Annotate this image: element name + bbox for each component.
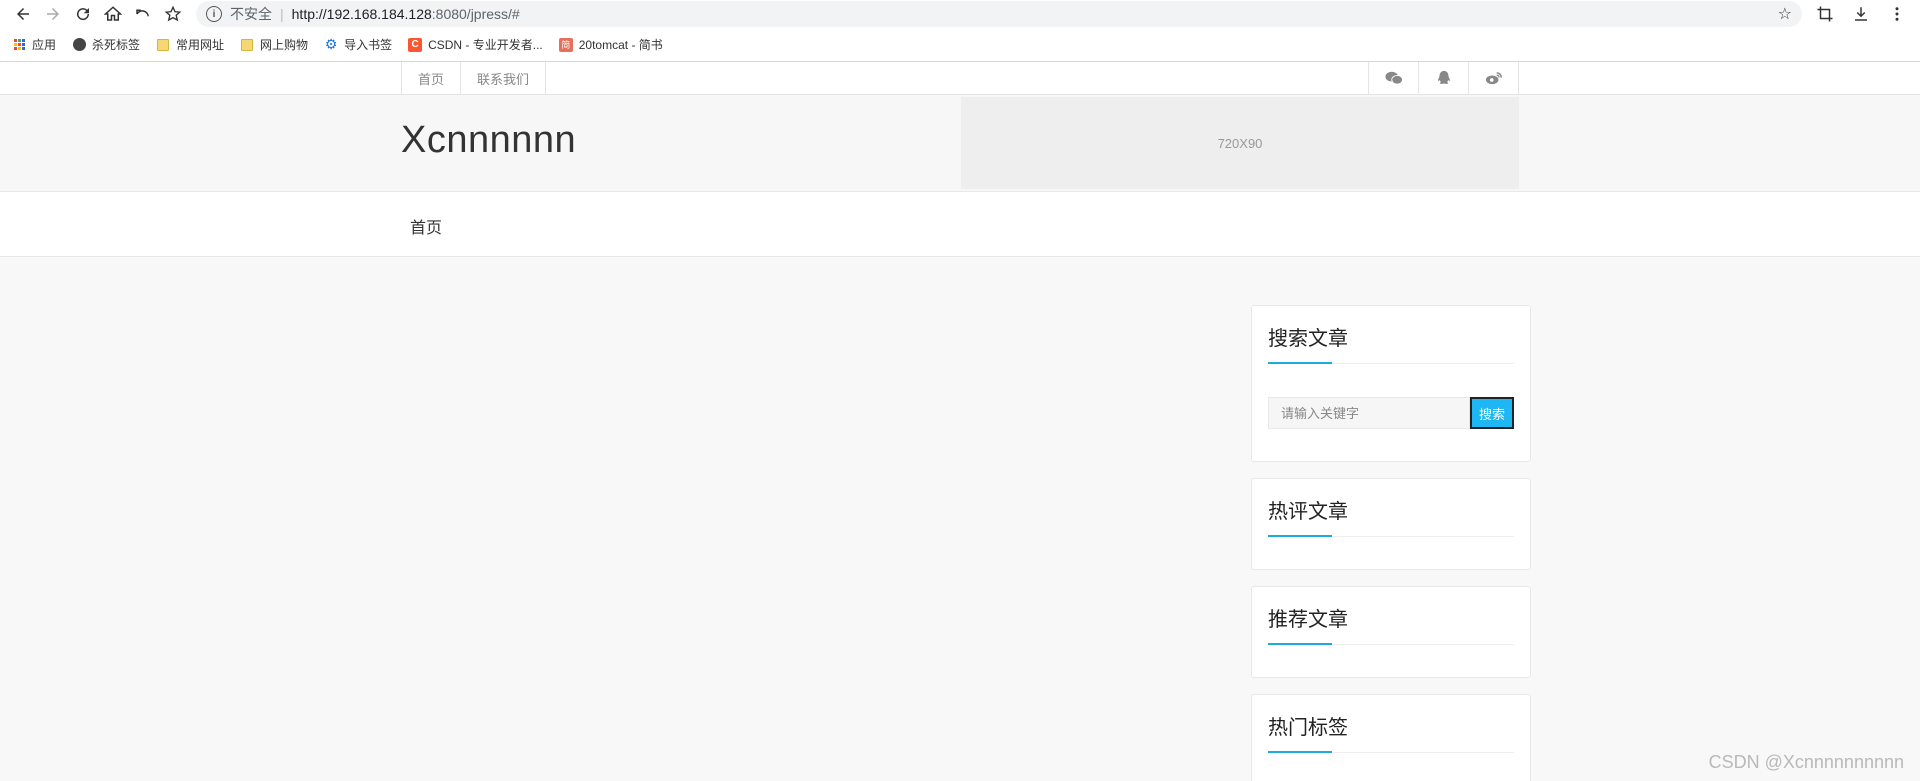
search-input[interactable] (1268, 397, 1470, 429)
insecure-label: 不安全 (230, 6, 272, 22)
bookmark-label: 常用网址 (176, 38, 225, 52)
bookmark-common-sites[interactable]: 常用网址 (156, 36, 224, 53)
recommended-widget: 推荐文章 (1251, 586, 1531, 678)
browser-toolbar: i 不安全 | http://192.168.184.128:8080/jpre… (0, 0, 1920, 28)
bookmark-label: 导入书签 (344, 38, 393, 52)
bookmark-csdn[interactable]: C CSDN - 专业开发者... (408, 36, 543, 53)
widget-title: 搜索文章 (1268, 322, 1514, 364)
download-icon[interactable] (1846, 0, 1876, 28)
home-icon[interactable] (98, 0, 128, 28)
search-button[interactable]: 搜索 (1470, 397, 1514, 429)
wechat-icon[interactable] (1369, 62, 1419, 94)
address-bar[interactable]: i 不安全 | http://192.168.184.128:8080/jpre… (196, 1, 1802, 27)
search-widget: 搜索文章 搜索 (1251, 305, 1531, 462)
site-title[interactable]: Xcnnnnnn (401, 119, 576, 162)
folder-icon (240, 38, 254, 52)
bookmark-apps[interactable]: 应用 (12, 36, 56, 53)
bookmark-jianshu[interactable]: 简 20tomcat - 简书 (558, 36, 663, 53)
widget-title: 热评文章 (1268, 495, 1514, 537)
bookmark-import[interactable]: ⚙ 导入书签 (324, 36, 392, 53)
search-form: 搜索 (1268, 397, 1514, 429)
info-icon[interactable]: i (206, 6, 222, 22)
apps-icon (12, 38, 26, 52)
bookmark-shopping[interactable]: 网上购物 (240, 36, 308, 53)
ad-banner[interactable]: 720X90 (961, 97, 1519, 189)
site-topbar: 首页 联系我们 (0, 62, 1920, 95)
forward-icon[interactable] (38, 0, 68, 28)
bookmark-kill-tabs[interactable]: 杀死标签 (72, 36, 140, 53)
top-nav: 首页 联系我们 (401, 62, 547, 94)
bookmark-label: CSDN - 专业开发者... (428, 38, 543, 52)
bookmark-label: 杀死标签 (92, 38, 141, 52)
main-nav: 首页 (0, 192, 1920, 257)
hot-tags-widget: 热门标签 (1251, 694, 1531, 781)
back-icon[interactable] (8, 0, 38, 28)
bookmarks-bar: 应用 杀死标签 常用网址 网上购物 ⚙ 导入书签 C CSDN - 专业开发者.… (0, 28, 1920, 62)
url-path: :8080/jpress/# (431, 6, 520, 22)
bookmark-label: 20tomcat - 简书 (578, 38, 663, 52)
widget-title: 推荐文章 (1268, 603, 1514, 645)
undo-icon[interactable] (128, 0, 158, 28)
menu-icon[interactable] (1882, 0, 1912, 28)
hot-comments-widget: 热评文章 (1251, 478, 1531, 570)
topnav-contact[interactable]: 联系我们 (461, 62, 547, 94)
crop-icon[interactable] (1810, 0, 1840, 28)
url-host: http://192.168.184.128 (291, 6, 432, 22)
mainnav-home[interactable]: 首页 (410, 214, 442, 238)
social-links (1368, 62, 1519, 94)
topnav-home[interactable]: 首页 (402, 62, 462, 94)
qq-icon[interactable] (1419, 62, 1469, 94)
gear-icon: ⚙ (324, 36, 338, 52)
address-separator: | (280, 6, 284, 22)
bookmark-star-icon[interactable] (158, 0, 188, 28)
sidebar: 搜索文章 搜索 热评文章 推荐文章 热门标签 (1251, 305, 1531, 781)
bookmark-label: 网上购物 (260, 38, 309, 52)
widget-title: 热门标签 (1268, 711, 1514, 753)
weibo-icon[interactable] (1469, 62, 1519, 94)
reload-icon[interactable] (68, 0, 98, 28)
folder-icon (156, 38, 170, 52)
jianshu-icon: 简 (558, 37, 573, 52)
bookmark-label: 应用 (32, 38, 57, 52)
star-icon[interactable]: ☆ (1778, 4, 1792, 24)
watermark: CSDN @Xcnnnnnnnnnn (1708, 752, 1904, 772)
ad-placeholder-text: 720X90 (1217, 135, 1263, 151)
csdn-icon: C (408, 37, 423, 52)
site-header: Xcnnnnnn 720X90 (0, 95, 1920, 192)
globe-icon (72, 38, 86, 52)
